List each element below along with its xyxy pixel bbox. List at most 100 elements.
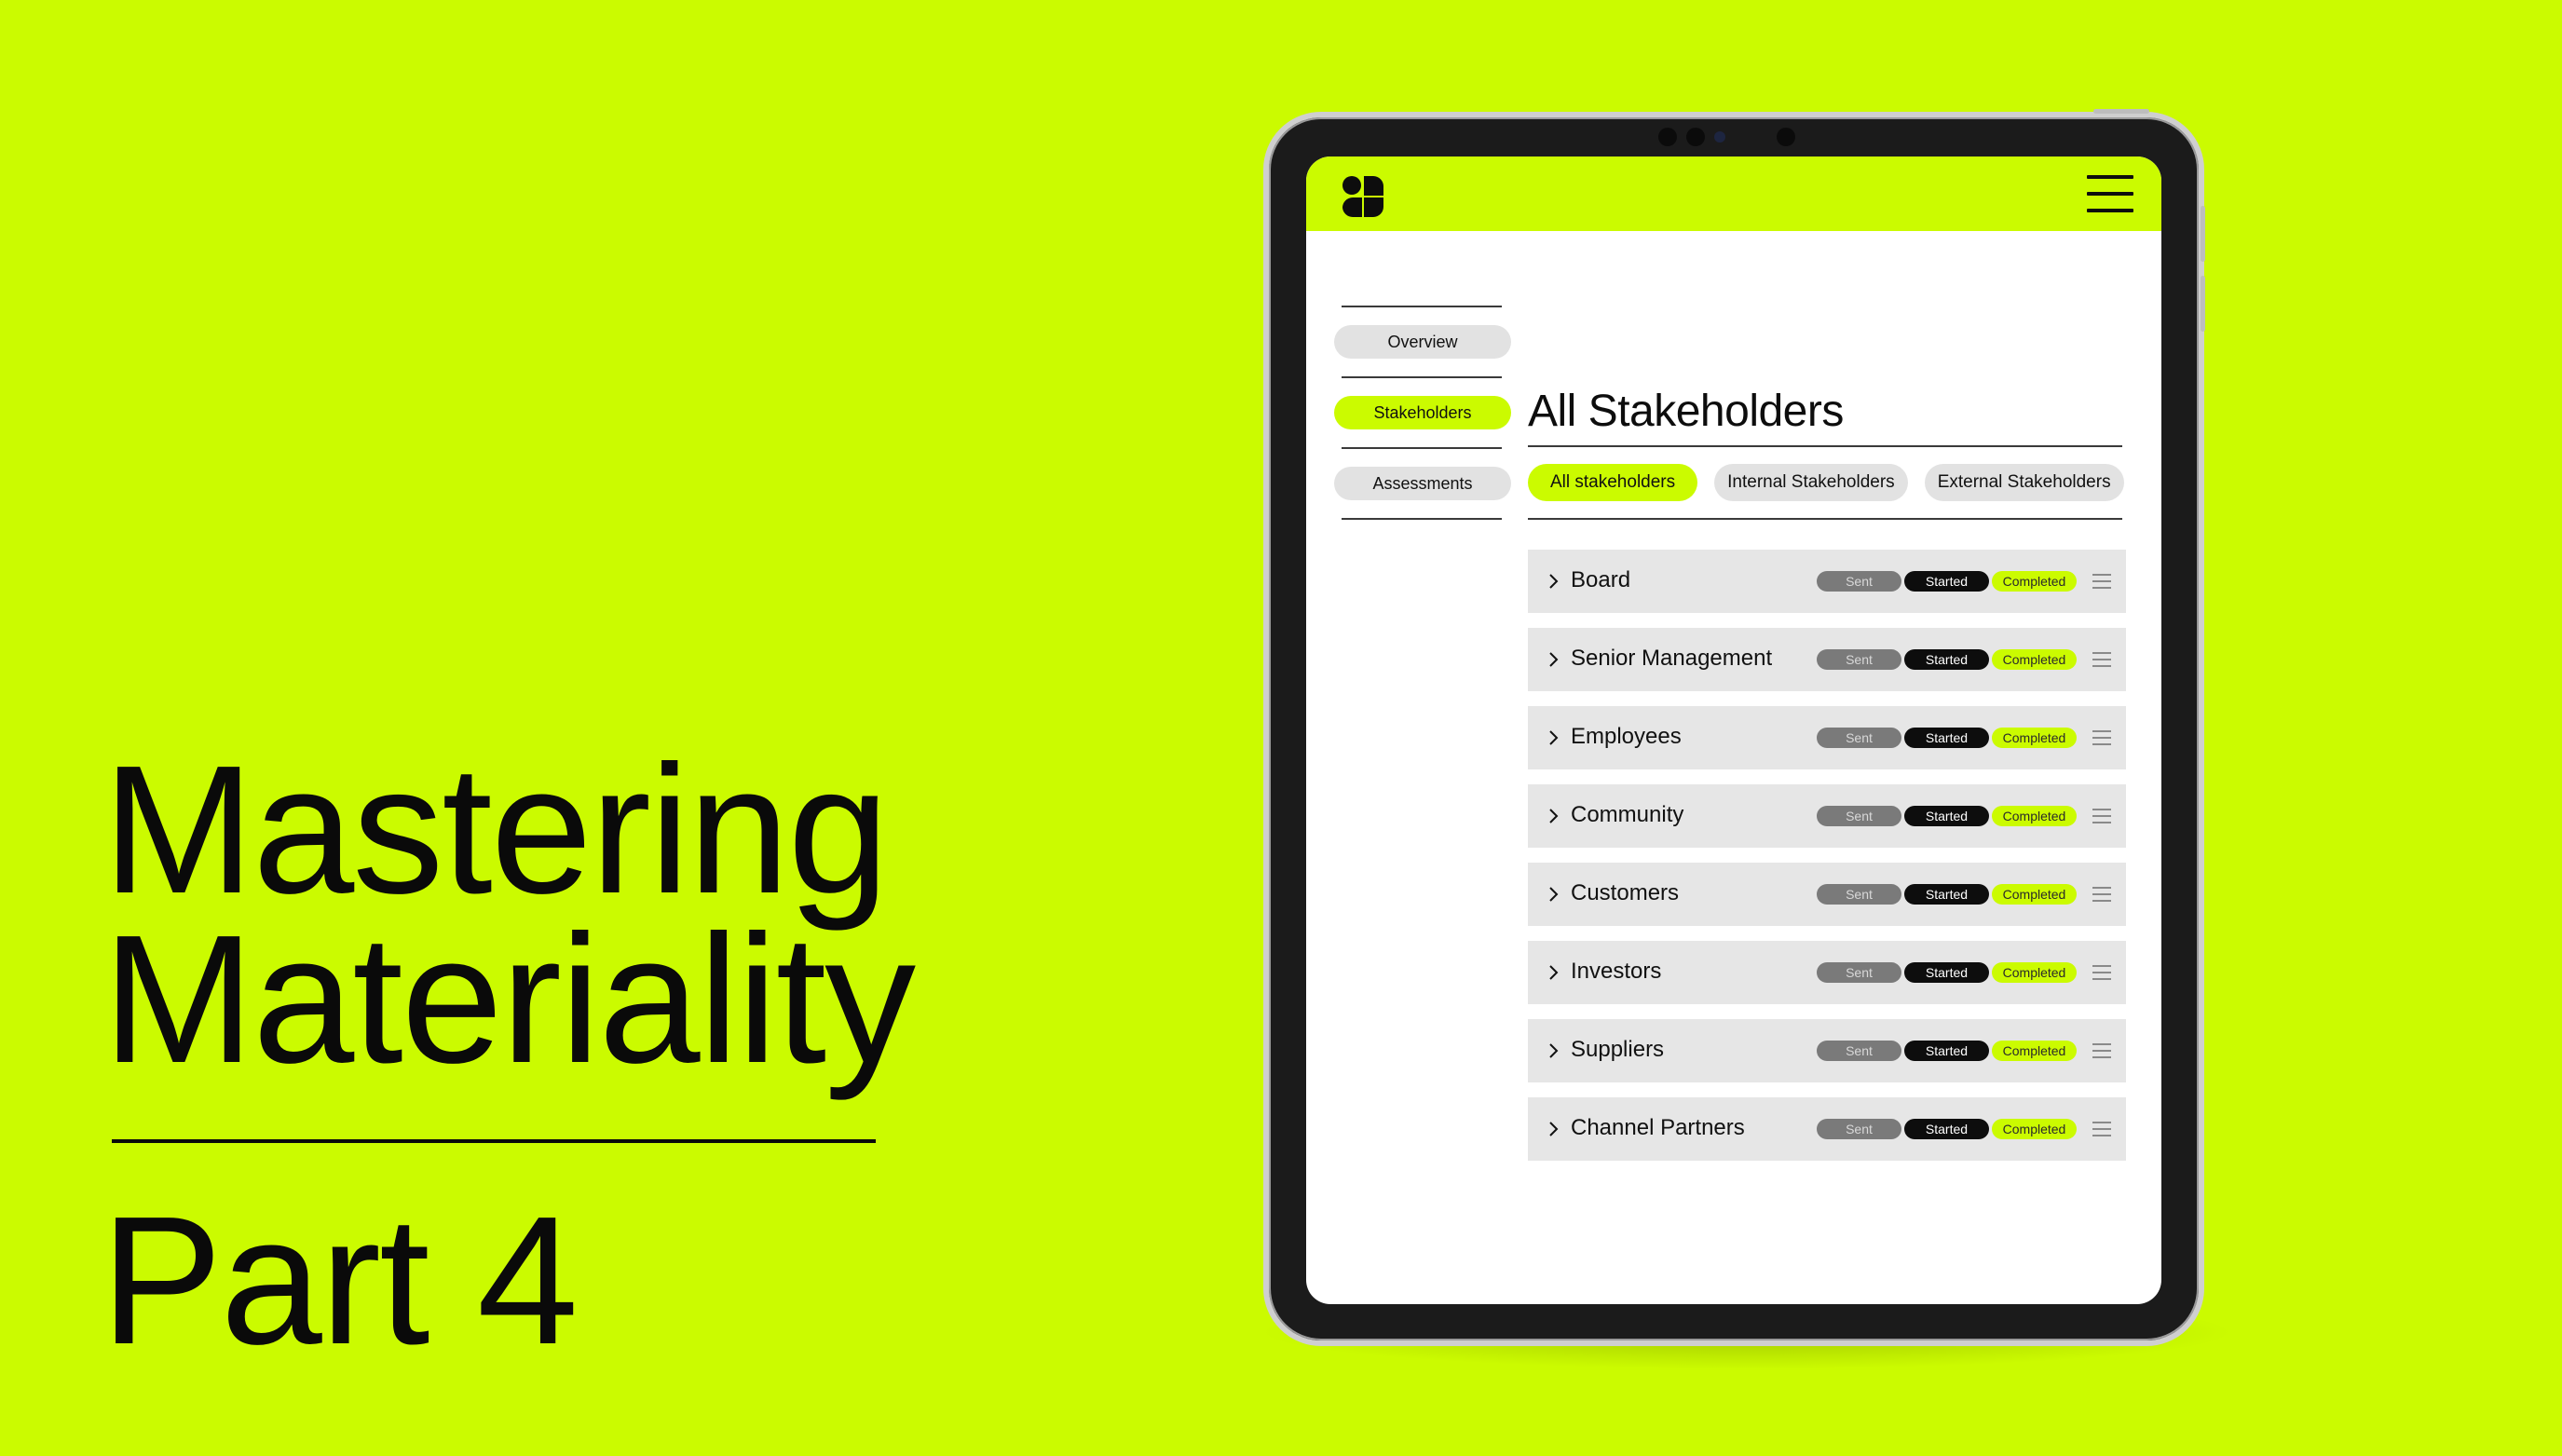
camera-icon (1686, 128, 1705, 146)
stakeholder-row[interactable]: Investors Sent Started Completed (1528, 941, 2126, 1004)
status-badge-started: Started (1904, 649, 1989, 670)
status-badge-sent: Sent (1817, 1119, 1901, 1139)
status-badges: Sent Started Completed (1817, 884, 2077, 905)
sidebar-divider (1342, 306, 1502, 307)
status-badge-completed: Completed (1992, 1041, 2077, 1061)
stakeholder-row[interactable]: Board Sent Started Completed (1528, 550, 2126, 613)
status-badge-completed: Completed (1992, 728, 2077, 748)
chevron-right-icon[interactable] (1543, 570, 1563, 592)
hero-part-label: Part 4 (101, 1178, 579, 1382)
page-title: All Stakeholders (1528, 387, 1844, 436)
status-badge-sent: Sent (1817, 806, 1901, 826)
status-badges: Sent Started Completed (1817, 1119, 2077, 1139)
drag-handle-icon[interactable] (2092, 652, 2111, 667)
status-badge-sent: Sent (1817, 728, 1901, 748)
status-badge-started: Started (1904, 884, 1989, 905)
stakeholder-name: Community (1571, 802, 1684, 827)
sidebar-nav: Overview Stakeholders Assessments (1334, 306, 1511, 520)
drag-handle-icon[interactable] (2092, 574, 2111, 589)
status-badge-sent: Sent (1817, 884, 1901, 905)
tab-all-stakeholders[interactable]: All stakeholders (1528, 464, 1698, 501)
brand-logo-icon[interactable] (1342, 175, 1384, 218)
status-badges: Sent Started Completed (1817, 806, 2077, 826)
hero-title: Mastering Materiality (102, 728, 916, 1101)
camera-icon (1777, 128, 1795, 146)
chevron-right-icon[interactable] (1543, 805, 1563, 827)
stakeholder-row[interactable]: Customers Sent Started Completed (1528, 863, 2126, 926)
drag-handle-icon[interactable] (2092, 1122, 2111, 1136)
stakeholder-row[interactable]: Channel Partners Sent Started Completed (1528, 1097, 2126, 1161)
status-badge-started: Started (1904, 962, 1989, 983)
status-badge-completed: Completed (1992, 806, 2077, 826)
stakeholder-name: Board (1571, 567, 1631, 592)
filter-divider (1528, 518, 2122, 520)
status-badge-sent: Sent (1817, 571, 1901, 592)
status-badge-sent: Sent (1817, 962, 1901, 983)
drag-handle-icon[interactable] (2092, 965, 2111, 980)
status-badge-started: Started (1904, 728, 1989, 748)
stakeholder-list: Board Sent Started Completed Senior Mana… (1528, 550, 2126, 1161)
menu-line (2087, 209, 2133, 212)
sidebar-divider (1342, 447, 1502, 449)
sidebar-item-overview[interactable]: Overview (1334, 325, 1511, 359)
hero-title-line-2: Materiality (102, 897, 916, 1101)
status-badge-sent: Sent (1817, 649, 1901, 670)
status-badges: Sent Started Completed (1817, 728, 2077, 748)
stakeholder-name: Suppliers (1571, 1037, 1665, 1062)
camera-icon (1714, 131, 1725, 143)
tablet-screen: Overview Stakeholders Assessments All St… (1306, 156, 2161, 1304)
drag-handle-icon[interactable] (2092, 887, 2111, 902)
hero-divider (112, 1139, 876, 1143)
tablet-side-button (2201, 276, 2205, 332)
status-badge-completed: Completed (1992, 571, 2077, 592)
status-badge-started: Started (1904, 806, 1989, 826)
status-badge-started: Started (1904, 571, 1989, 592)
chevron-right-icon[interactable] (1543, 648, 1563, 671)
chevron-right-icon[interactable] (1543, 1118, 1563, 1140)
stakeholder-name: Channel Partners (1571, 1115, 1745, 1140)
sidebar-item-stakeholders[interactable]: Stakeholders (1334, 396, 1511, 429)
title-divider (1528, 445, 2122, 447)
stakeholder-row[interactable]: Suppliers Sent Started Completed (1528, 1019, 2126, 1082)
tablet-device: Overview Stakeholders Assessments All St… (1263, 109, 2205, 1346)
status-badge-completed: Completed (1992, 649, 2077, 670)
status-badge-completed: Completed (1992, 884, 2077, 905)
status-badge-started: Started (1904, 1119, 1989, 1139)
hamburger-menu-icon[interactable] (2087, 175, 2133, 212)
chevron-right-icon[interactable] (1543, 883, 1563, 905)
stakeholder-name: Senior Management (1571, 646, 1773, 671)
chevron-right-icon[interactable] (1543, 961, 1563, 984)
status-badges: Sent Started Completed (1817, 962, 2077, 983)
hero-title-line-1: Mastering (102, 728, 890, 932)
stakeholder-name: Investors (1571, 959, 1662, 984)
drag-handle-icon[interactable] (2092, 730, 2111, 745)
stakeholder-row[interactable]: Community Sent Started Completed (1528, 784, 2126, 848)
status-badge-completed: Completed (1992, 962, 2077, 983)
filter-tabs: All stakeholders Internal Stakeholders E… (1528, 464, 2126, 501)
status-badges: Sent Started Completed (1817, 649, 2077, 670)
sidebar-divider (1342, 518, 1502, 520)
camera-icon (1658, 128, 1677, 146)
tab-external-stakeholders[interactable]: External Stakeholders (1924, 464, 2124, 501)
menu-line (2087, 175, 2133, 179)
drag-handle-icon[interactable] (2092, 809, 2111, 823)
status-badge-completed: Completed (1992, 1119, 2077, 1139)
menu-line (2087, 192, 2133, 196)
sidebar-divider (1342, 376, 1502, 378)
tablet-top-button (2093, 109, 2149, 114)
stakeholder-name: Customers (1571, 880, 1680, 905)
chevron-right-icon[interactable] (1543, 727, 1563, 749)
status-badges: Sent Started Completed (1817, 1041, 2077, 1061)
status-badge-sent: Sent (1817, 1041, 1901, 1061)
stakeholder-name: Employees (1571, 724, 1682, 749)
stakeholder-row[interactable]: Senior Management Sent Started Completed (1528, 628, 2126, 691)
chevron-right-icon[interactable] (1543, 1040, 1563, 1062)
main-content: All Stakeholders All stakeholders Intern… (1528, 380, 2126, 1176)
tablet-side-button (2201, 206, 2205, 262)
sidebar-item-assessments[interactable]: Assessments (1334, 467, 1511, 500)
status-badge-started: Started (1904, 1041, 1989, 1061)
status-badges: Sent Started Completed (1817, 571, 2077, 592)
tab-internal-stakeholders[interactable]: Internal Stakeholders (1714, 464, 1908, 501)
stakeholder-row[interactable]: Employees Sent Started Completed (1528, 706, 2126, 769)
drag-handle-icon[interactable] (2092, 1043, 2111, 1058)
